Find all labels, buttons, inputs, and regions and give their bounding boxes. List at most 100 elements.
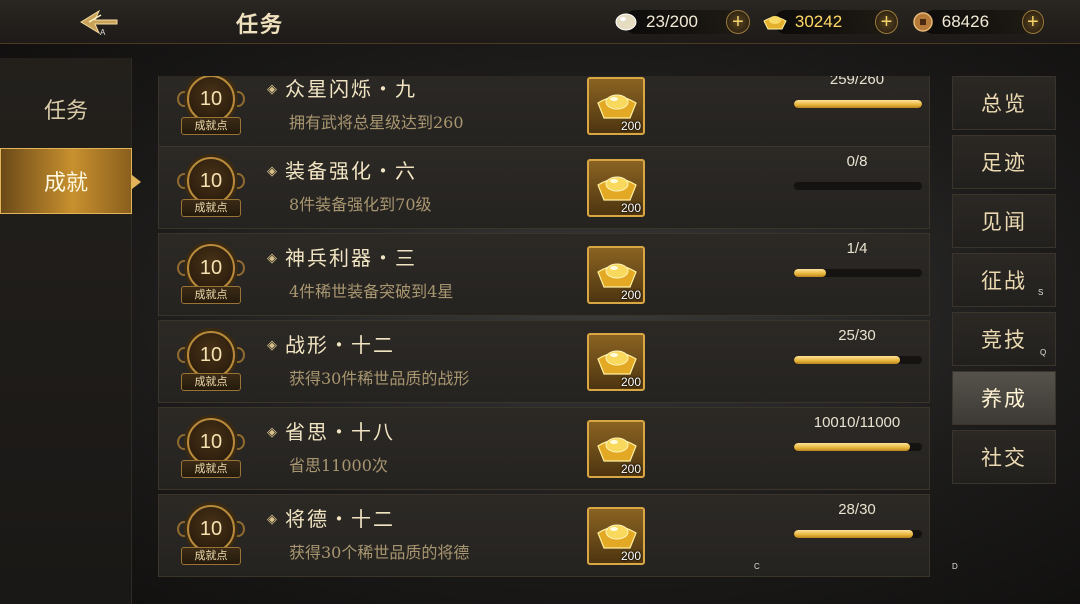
- achievement-title: ◈ 众星闪烁・九: [267, 76, 417, 102]
- achievement-points-badge: 10 成就点: [177, 418, 245, 482]
- progress-fill: [794, 356, 901, 364]
- reward-quantity: 200: [620, 549, 641, 563]
- overlay-mark-q: Q: [1040, 348, 1047, 357]
- resource-copper-coin: 68426 +: [910, 8, 1044, 36]
- gold-ingot-icon: [597, 350, 637, 375]
- category-tab-label: 社交: [981, 446, 1027, 470]
- achievement-title-text: 将德・十二: [285, 507, 395, 531]
- achievement-list[interactable]: 10 成就点 ◈ 众星闪烁・九 拥有武将总星级达到260 200 259/260 …: [158, 76, 930, 578]
- achievement-description: 获得30个稀世品质的将德: [289, 543, 470, 562]
- category-tab[interactable]: 足迹: [952, 135, 1056, 189]
- reward-item[interactable]: 200: [587, 420, 645, 478]
- category-tab[interactable]: 竞技: [952, 312, 1056, 366]
- category-tab-label: 竞技: [981, 328, 1027, 352]
- diamond-icon: ◈: [267, 512, 279, 527]
- progress-text: 259/260: [829, 76, 885, 88]
- add-coin-button[interactable]: +: [1021, 10, 1044, 34]
- reward-quantity: 200: [620, 288, 641, 302]
- achievement-description: 拥有武将总星级达到260: [289, 113, 464, 132]
- progress-text: 10010/11000: [813, 414, 901, 431]
- add-gold-button[interactable]: +: [874, 10, 898, 34]
- achievement-description: 省思11000次: [289, 456, 388, 475]
- points-value: 10: [187, 157, 235, 205]
- points-label: 成就点: [181, 373, 241, 391]
- achievement-points-badge: 10 成就点: [177, 76, 245, 139]
- reward-item[interactable]: 200: [587, 333, 645, 391]
- reward-item[interactable]: 200: [587, 159, 645, 217]
- gold-ingot-value: 30242: [794, 12, 843, 31]
- diamond-icon: ◈: [267, 425, 279, 440]
- achievement-row: 10 成就点 ◈ 战形・十二 获得30件稀世品质的战形 200 25/30: [158, 320, 930, 403]
- reward-quantity: 200: [620, 201, 641, 215]
- achievement-points-badge: 10 成就点: [177, 157, 245, 221]
- progress-fill: [794, 443, 911, 451]
- reward-item[interactable]: 200: [587, 507, 645, 565]
- reward-item[interactable]: 200: [587, 77, 645, 135]
- diamond-icon: ◈: [267, 82, 279, 97]
- category-tab-label: 征战: [981, 269, 1027, 293]
- category-tab[interactable]: 见闻: [952, 194, 1056, 248]
- achievement-row: 10 成就点 ◈ 将德・十二 获得30个稀世品质的将德 200 28/30: [158, 494, 930, 577]
- left-nav: 任务 成就: [0, 58, 141, 604]
- back-button[interactable]: A: [70, 4, 128, 40]
- progress-bar: [793, 529, 923, 539]
- category-tab[interactable]: 养成: [952, 371, 1056, 425]
- points-label: 成就点: [181, 286, 241, 304]
- points-label: 成就点: [181, 199, 241, 217]
- achievement-description: 4件稀世装备突破到4星: [289, 282, 454, 301]
- progress-bar: [793, 181, 923, 191]
- achievement-title: ◈ 将德・十二: [267, 503, 395, 532]
- top-bar: A 任务 23/200 + 30242 + 68426 +: [0, 0, 1080, 44]
- back-arrow-icon: [80, 9, 118, 35]
- achievement-title: ◈ 装备强化・六: [267, 155, 417, 184]
- achievement-row: 10 成就点 ◈ 众星闪烁・九 拥有武将总星级达到260 200 259/260: [158, 76, 930, 147]
- points-value: 10: [187, 76, 235, 123]
- left-tab-achievements[interactable]: 成就: [0, 148, 141, 214]
- resource-gold-ingot: 30242 +: [762, 8, 898, 36]
- resource-stamina: 23/200 +: [612, 8, 752, 36]
- progress-bar: [793, 442, 923, 452]
- points-value: 10: [187, 418, 235, 466]
- progress-fill: [794, 269, 826, 277]
- points-label: 成就点: [181, 547, 241, 565]
- page-title: 任务: [236, 12, 285, 38]
- gold-ingot-icon: [597, 437, 637, 462]
- progress-text: 25/30: [838, 327, 876, 344]
- gold-ingot-icon: [597, 94, 637, 119]
- overlay-mark-a: A: [100, 28, 106, 37]
- copper-coin-value: 68426: [941, 12, 990, 31]
- category-tab-label: 足迹: [981, 151, 1027, 175]
- reward-quantity: 200: [620, 119, 641, 133]
- category-tab[interactable]: 总览: [952, 76, 1056, 130]
- progress-bar: [793, 99, 923, 109]
- gold-ingot-icon: [597, 176, 637, 201]
- achievement-title-text: 战形・十二: [285, 333, 395, 357]
- achievement-points-badge: 10 成就点: [177, 331, 245, 395]
- achievement-points-badge: 10 成就点: [177, 505, 245, 569]
- category-tab-label: 总览: [981, 92, 1027, 116]
- achievement-points-badge: 10 成就点: [177, 244, 245, 308]
- achievement-description: 获得30件稀世品质的战形: [289, 369, 470, 388]
- achievement-row: 10 成就点 ◈ 省思・十八 省思11000次 200 10010/11000: [158, 407, 930, 490]
- points-value: 10: [187, 244, 235, 292]
- achievement-title-text: 省思・十八: [285, 420, 395, 444]
- category-tab[interactable]: 征战: [952, 253, 1056, 307]
- reward-item[interactable]: 200: [587, 246, 645, 304]
- points-value: 10: [187, 331, 235, 379]
- progress-fill: [794, 530, 914, 538]
- achievement-description: 8件装备强化到70级: [289, 195, 432, 214]
- achievement-title-text: 神兵利器・三: [285, 246, 417, 270]
- progress-fill: [794, 100, 922, 108]
- add-stamina-button[interactable]: +: [726, 10, 750, 34]
- reward-quantity: 200: [620, 462, 641, 476]
- progress-text: 1/4: [846, 240, 868, 257]
- reward-quantity: 200: [620, 375, 641, 389]
- overlay-mark-c: C: [754, 562, 760, 571]
- left-tab-tasks[interactable]: 任务: [0, 76, 132, 142]
- gold-ingot-icon: [762, 8, 789, 36]
- egg-icon: [612, 8, 640, 36]
- left-tab-label: 成就: [43, 171, 88, 196]
- category-tab[interactable]: 社交: [952, 430, 1056, 484]
- category-tab-label: 见闻: [981, 210, 1027, 234]
- coin-icon: [910, 8, 936, 36]
